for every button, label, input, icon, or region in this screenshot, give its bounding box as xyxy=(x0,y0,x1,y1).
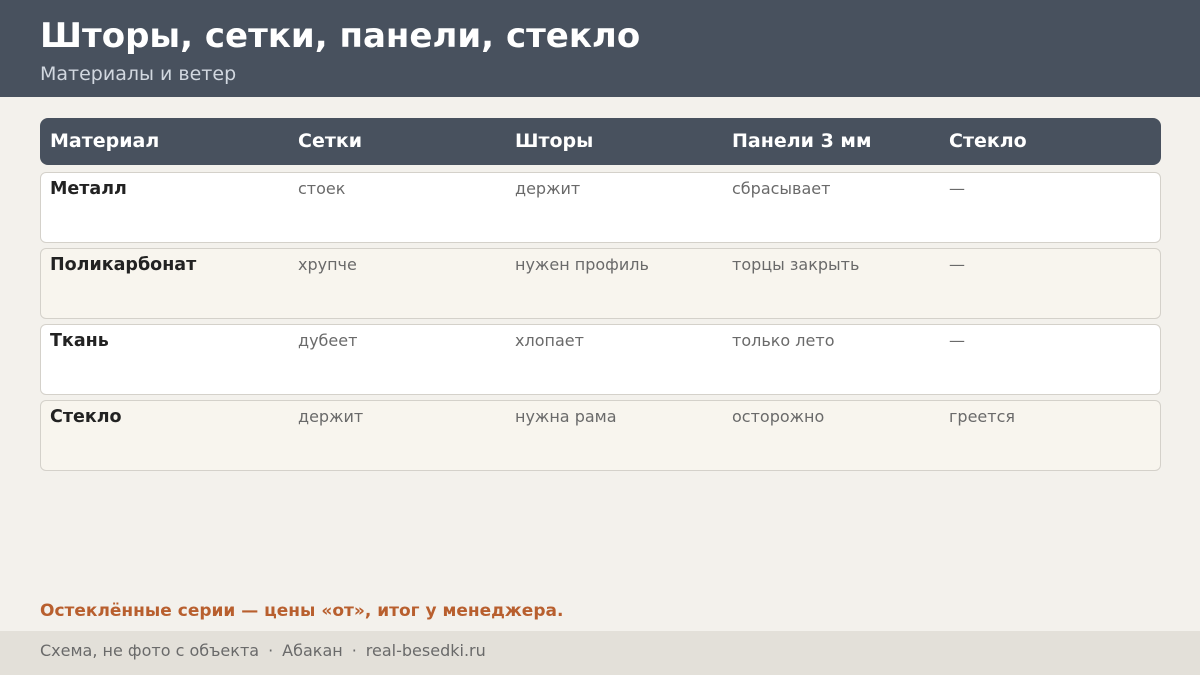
panels-cell: осторожно xyxy=(732,407,825,426)
footer-disclaimer: Схема, не фото с объекта xyxy=(40,641,260,660)
material-cell: Ткань xyxy=(50,331,109,351)
footer-separator: · xyxy=(268,641,274,660)
table-header-row: Материал Сетки Шторы Панели 3 мм Стекло xyxy=(40,118,1161,165)
curtains-cell: держит xyxy=(515,179,581,198)
nets-cell: дубеет xyxy=(298,331,358,350)
curtains-cell: нужна рама xyxy=(515,407,617,426)
curtains-cell: хлопает xyxy=(515,331,584,350)
footer-line: Схема, не фото с объекта · Абакан · real-bes… xyxy=(40,641,486,661)
column-header-nets: Сетки xyxy=(298,130,363,152)
material-cell: Металл xyxy=(50,179,127,199)
page-footer: Схема, не фото с объекта · Абакан · real-bes… xyxy=(0,631,1200,675)
footer-separator: · xyxy=(351,641,357,660)
nets-cell: хрупче xyxy=(298,255,357,274)
page-title: Шторы, сетки, панели, стекло xyxy=(40,16,641,56)
column-header-curtains: Шторы xyxy=(515,130,594,152)
nets-cell: держит xyxy=(298,407,364,426)
footer-city: Абакан xyxy=(282,641,343,660)
panels-cell: только лето xyxy=(732,331,835,350)
curtains-cell: нужен профиль xyxy=(515,255,649,274)
panels-cell: торцы закрыть xyxy=(732,255,860,274)
glass-cell: — xyxy=(949,179,965,198)
column-header-glass: Стекло xyxy=(949,130,1027,152)
footer-site-link[interactable]: real-besedki.ru xyxy=(366,641,486,660)
table-row: Поликарбонат хрупче нужен профиль торцы … xyxy=(40,248,1161,319)
column-header-material: Материал xyxy=(50,130,160,152)
page-header: Шторы, сетки, панели, стекло Материалы и… xyxy=(0,0,1200,97)
glass-cell: греется xyxy=(949,407,1015,426)
table-row: Стекло держит нужна рама осторожно греет… xyxy=(40,400,1161,471)
pricing-note: Остеклённые серии — цены «от», итог у ме… xyxy=(40,601,564,621)
glass-cell: — xyxy=(949,255,965,274)
column-header-panels: Панели 3 мм xyxy=(732,130,872,152)
table-row: Металл стоек держит сбрасывает — xyxy=(40,172,1161,243)
glass-cell: — xyxy=(949,331,965,350)
page-subtitle: Материалы и ветер xyxy=(40,63,237,85)
table-row: Ткань дубеет хлопает только лето — xyxy=(40,324,1161,395)
nets-cell: стоек xyxy=(298,179,346,198)
panels-cell: сбрасывает xyxy=(732,179,831,198)
material-cell: Стекло xyxy=(50,407,122,427)
material-cell: Поликарбонат xyxy=(50,255,197,275)
